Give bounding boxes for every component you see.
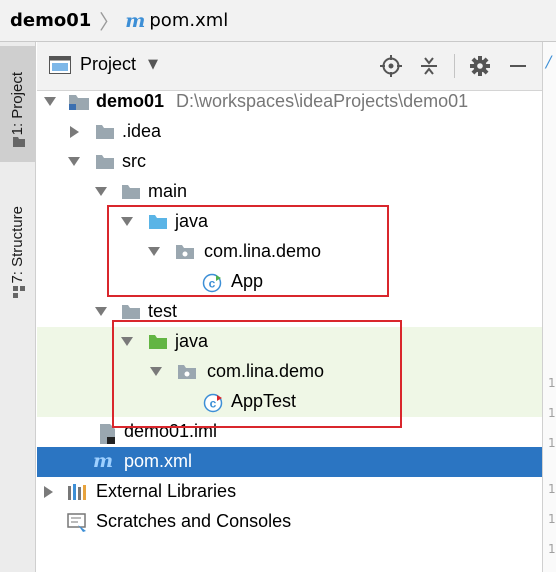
folder-icon — [96, 155, 114, 169]
tree-label: .idea — [122, 121, 162, 141]
line-number: 1 — [548, 376, 556, 390]
structure-icon — [13, 286, 25, 298]
tree-label: External Libraries — [96, 481, 237, 501]
project-view-selector[interactable]: Project ▼ — [49, 54, 158, 75]
tab-project-label: 1: Project — [9, 72, 26, 136]
minimize-icon — [510, 65, 526, 67]
line-number: 1 — [548, 482, 556, 496]
collapse-arrow-icon[interactable] — [44, 486, 53, 498]
tree-row-src[interactable]: src — [37, 147, 542, 177]
line-number: 1 — [548, 406, 556, 420]
folder-icon — [122, 185, 140, 199]
scratches-icon — [67, 513, 86, 532]
maven-icon: m — [93, 450, 114, 472]
expand-arrow-icon[interactable] — [68, 157, 80, 166]
annotation-box-main — [107, 205, 389, 297]
chevron-down-icon: ▼ — [148, 57, 159, 72]
breadcrumb-project[interactable]: demo01 — [10, 10, 91, 31]
expand-arrow-icon[interactable] — [44, 97, 56, 106]
line-number: 1 — [548, 512, 556, 526]
library-icon — [68, 484, 86, 500]
breadcrumb-separator: 〉 — [99, 10, 120, 34]
project-toolwindow-header: Project ▼ — [37, 42, 542, 91]
expand-arrow-icon[interactable] — [95, 307, 107, 316]
crosshair-icon — [380, 55, 402, 77]
expand-arrow-icon[interactable] — [95, 187, 107, 196]
project-window-icon — [49, 55, 71, 74]
tree-label: pom.xml — [124, 451, 193, 471]
left-tool-stripe: 1: Project 7: Structure — [0, 42, 36, 572]
tree-label: Scratches and Consoles — [96, 511, 292, 531]
folder-icon — [122, 305, 140, 319]
tree-row-idea[interactable]: .idea — [37, 117, 542, 147]
project-view-title: Project — [80, 54, 137, 74]
tree-label: src — [122, 151, 146, 171]
tree-row-main[interactable]: main — [37, 177, 542, 207]
header-divider — [454, 54, 455, 78]
hide-button[interactable] — [505, 53, 531, 79]
line-number: 1 — [548, 542, 556, 556]
tab-structure-label: 7: Structure — [9, 205, 26, 284]
tree-row-scratches[interactable]: Scratches and Consoles — [37, 507, 542, 537]
settings-button[interactable] — [467, 53, 493, 79]
collapse-all-button[interactable] — [416, 53, 442, 79]
maven-icon: m — [125, 9, 146, 32]
line-number: 1 — [548, 436, 556, 450]
gear-icon — [470, 56, 490, 76]
tree-path: D:\workspaces\ideaProjects\demo01 — [176, 91, 469, 111]
tree-row-pom[interactable]: m pom.xml — [37, 447, 542, 477]
locate-button[interactable] — [378, 53, 404, 79]
module-folder-icon — [69, 95, 89, 110]
tree-label: test — [148, 301, 178, 321]
folder-icon — [13, 137, 25, 147]
folder-icon — [96, 125, 114, 139]
maven-icon: / — [546, 52, 552, 71]
collapse-all-icon — [421, 57, 437, 75]
breadcrumb-file[interactable]: pom.xml — [149, 10, 228, 31]
editor-gutter: / 1 1 1 1 1 1 — [542, 42, 556, 572]
tree-row-demo01[interactable]: demo01 D:\workspaces\ideaProjects\demo01 — [37, 87, 542, 117]
breadcrumb: demo01 〉 m pom.xml — [0, 0, 556, 42]
tree-row-external-libraries[interactable]: External Libraries — [37, 477, 542, 507]
tree-label: demo01 D:\workspaces\ideaProjects\demo01 — [96, 91, 469, 111]
collapse-arrow-icon[interactable] — [70, 126, 79, 138]
tree-label: main — [148, 181, 188, 201]
annotation-box-test — [112, 320, 402, 428]
